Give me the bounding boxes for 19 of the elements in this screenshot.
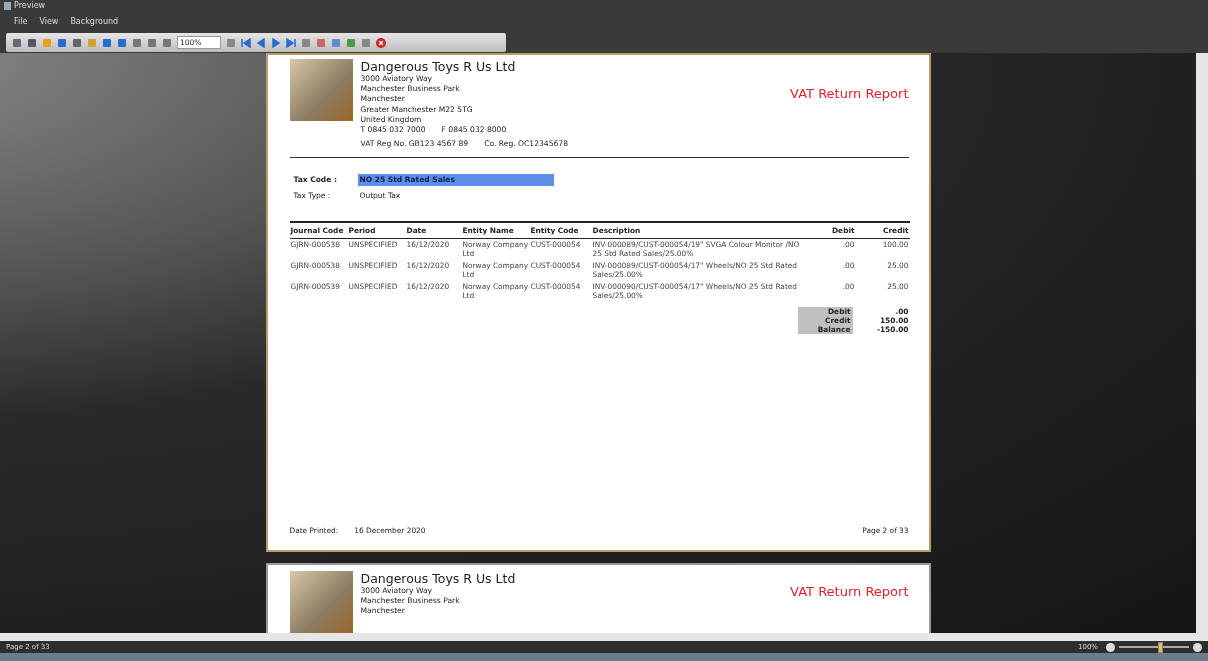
window-title: Preview — [14, 0, 46, 11]
vertical-scrollbar[interactable] — [1196, 53, 1208, 633]
report-title: VAT Return Report — [790, 583, 909, 602]
menu-item[interactable]: File — [14, 16, 28, 28]
report-title: VAT Return Report — [790, 85, 909, 104]
horizontal-scrollbar[interactable] — [0, 633, 1208, 641]
next-page-icon[interactable] — [271, 37, 281, 48]
photo-placeholder — [289, 59, 353, 121]
menu-item[interactable]: Background — [70, 16, 119, 28]
last-page-icon[interactable] — [286, 37, 296, 48]
first-page-icon[interactable] — [241, 37, 251, 48]
company-name: Dangerous Toys R Us Ltd — [360, 59, 517, 74]
photo-placeholder — [289, 571, 353, 633]
menu-item[interactable]: View — [39, 16, 59, 28]
app-icon — [4, 1, 11, 10]
previous-page-icon[interactable] — [256, 37, 266, 48]
slider-thumb[interactable] — [1158, 641, 1163, 653]
close-icon[interactable] — [376, 37, 386, 48]
company-name: Dangerous Toys R Us Ltd — [360, 571, 516, 586]
